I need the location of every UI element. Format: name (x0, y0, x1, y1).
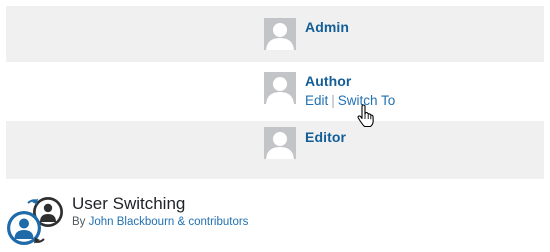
user-row-editor: Editor (6, 121, 544, 179)
user-switching-logo-icon (7, 197, 63, 245)
default-avatar-icon (264, 127, 296, 159)
edit-link[interactable]: Edit (305, 93, 328, 108)
default-avatar-icon (264, 18, 296, 50)
plugin-author-link[interactable]: John Blackbourn & contributors (89, 216, 249, 228)
avatar (264, 72, 296, 104)
user-row-author: Author Edit | Switch To (6, 66, 544, 117)
username-admin[interactable]: Admin (305, 19, 349, 35)
plugin-title: User Switching (72, 194, 186, 213)
username-editor[interactable]: Editor (305, 129, 346, 145)
avatar (264, 18, 296, 50)
action-separator: | (331, 93, 335, 108)
avatar (264, 127, 296, 159)
hand-pointer-cursor-icon (357, 104, 374, 128)
default-avatar-icon (264, 72, 296, 104)
row-actions: Edit | Switch To (305, 93, 395, 108)
by-prefix: By (72, 216, 86, 228)
user-row-admin: Admin (6, 6, 544, 62)
username-author[interactable]: Author (305, 73, 351, 89)
plugin-author-line: By John Blackbourn & contributors (72, 216, 248, 228)
